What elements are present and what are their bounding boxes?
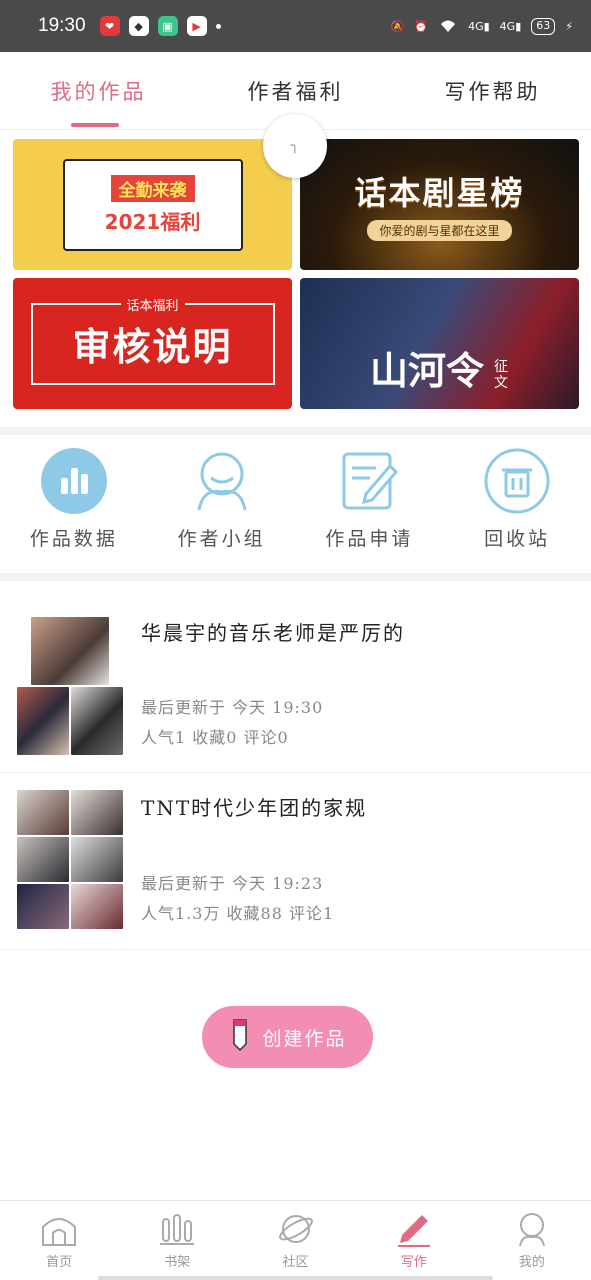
work-cover	[17, 790, 123, 930]
work-cover	[17, 617, 123, 757]
group-icon	[189, 448, 255, 514]
battery-icon: 63	[531, 17, 556, 35]
nav-community[interactable]: 社区	[236, 1201, 354, 1280]
divider	[0, 427, 591, 435]
banner-line1: 全勤来袭	[110, 174, 195, 202]
quick-label: 回收站	[484, 528, 551, 550]
banner-subtitle: 征文	[494, 359, 508, 391]
cover-photo	[71, 790, 123, 835]
nav-label: 写作	[400, 1255, 427, 1270]
banner-shanheling-contest[interactable]: 山河令 征文	[300, 278, 579, 409]
quick-author-group[interactable]: 作者小组	[148, 448, 296, 551]
app-notification-icon: ▣	[157, 16, 178, 36]
cover-photo	[71, 687, 123, 755]
tab-writing-help[interactable]: 写作帮助	[394, 52, 591, 129]
nav-home[interactable]: 首页	[0, 1201, 118, 1280]
app-notification-icon: ◆	[128, 16, 149, 36]
create-label: 创建作品	[262, 1027, 347, 1050]
banner-subtitle: 你爱的剧与星都在这里	[367, 220, 512, 241]
banner-star-ranking[interactable]: 话本剧星榜 你爱的剧与星都在这里	[300, 139, 579, 270]
charging-icon: ⚡	[565, 19, 573, 33]
banner-frame: 话本福利 审核说明	[30, 294, 275, 385]
bookshelf-icon	[160, 1214, 195, 1245]
banner-tag: 话本福利	[120, 294, 185, 314]
banner-title: 山河令	[370, 348, 485, 393]
work-item[interactable]: TNT时代少年团的家规 最后更新于 今天 19:23 人气1.3万 收藏88 评…	[0, 774, 591, 950]
banner-title: 审核说明	[72, 325, 233, 369]
quick-works-data[interactable]: 作品数据	[0, 448, 148, 551]
banner-attendance-welfare[interactable]: 全勤来袭 2021福利	[13, 139, 292, 270]
cover-photo	[71, 884, 123, 929]
quick-recycle-bin[interactable]: 回收站	[443, 448, 591, 551]
quick-label: 作品申请	[325, 528, 414, 550]
wifi-icon	[438, 17, 458, 36]
cover-photo	[17, 790, 69, 835]
profile-icon	[518, 1213, 545, 1247]
work-stats: 人气1 收藏0 评论0	[141, 728, 289, 747]
cover-photo	[71, 837, 123, 882]
quick-actions: 作品数据 作者小组 作品申请 回收站	[0, 448, 591, 551]
alarm-icon: ⏰	[414, 19, 429, 33]
divider	[0, 573, 591, 581]
status-right: 🔕 ⏰ 4G▮ 4G▮ 63 ⚡	[391, 17, 573, 36]
work-stats: 人气1.3万 收藏88 评论1	[141, 904, 335, 923]
cover-photo	[17, 687, 69, 755]
work-updated: 最后更新于 今天 19:23	[141, 874, 324, 893]
nav-label: 书架	[164, 1255, 191, 1270]
work-title: 华晨宇的音乐老师是严厉的	[141, 621, 405, 645]
work-title: TNT时代少年团的家规	[141, 796, 368, 820]
nav-label: 我的	[518, 1255, 545, 1270]
floating-loader-icon[interactable]: ╮	[263, 114, 327, 178]
status-time: 19:30	[38, 15, 86, 36]
pencil-icon	[228, 1018, 252, 1057]
work-updated: 最后更新于 今天 19:30	[141, 698, 324, 717]
pen-icon	[397, 1215, 430, 1247]
status-bar: 19:30 ❤ ◆ ▣ ▶ 🔕 ⏰ 4G▮ 4G▮ 63 ⚡	[0, 0, 591, 52]
nav-profile[interactable]: 我的	[473, 1201, 591, 1280]
quick-label: 作者小组	[177, 528, 266, 550]
planet-icon	[278, 1215, 313, 1243]
cover-photo	[17, 884, 69, 929]
banner-title: 话本剧星榜	[354, 174, 525, 212]
work-item[interactable]: 华晨宇的音乐老师是严厉的 最后更新于 今天 19:30 人气1 收藏0 评论0	[0, 581, 591, 773]
app-notification-icon: ▶	[186, 16, 207, 36]
quick-label: 作品数据	[29, 528, 118, 550]
edit-document-icon	[336, 448, 402, 514]
more-notifications-icon	[215, 23, 221, 29]
banner-line2: 2021福利	[104, 209, 201, 234]
notification-icons: ❤ ◆ ▣ ▶	[99, 16, 221, 36]
tab-my-works[interactable]: 我的作品	[0, 52, 197, 129]
cover-photo	[31, 617, 109, 685]
signal-icon: 4G▮	[499, 19, 522, 33]
signal-icon: 4G▮	[468, 19, 490, 33]
app-notification-icon: ❤	[99, 16, 120, 36]
nav-label: 社区	[282, 1255, 309, 1270]
mute-icon: 🔕	[390, 19, 405, 33]
cover-photo	[17, 837, 69, 882]
banner-review-notes[interactable]: 话本福利 审核说明	[13, 278, 292, 409]
nav-label: 首页	[46, 1255, 73, 1270]
bottom-nav: 首页 书架 社区 写作 我的	[0, 1200, 591, 1280]
bar-chart-icon	[40, 448, 107, 514]
home-icon	[42, 1218, 77, 1246]
banner-grid: 全勤来袭 2021福利 话本剧星榜 你爱的剧与星都在这里 话本福利 审核说明 山…	[13, 139, 579, 409]
banner-card: 全勤来袭 2021福利	[62, 158, 243, 251]
trash-icon	[484, 448, 550, 514]
home-indicator[interactable]	[98, 1276, 493, 1280]
nav-write[interactable]: 写作	[355, 1201, 473, 1280]
create-work-button[interactable]: 创建作品	[202, 1006, 373, 1068]
quick-works-apply[interactable]: 作品申请	[296, 448, 444, 551]
nav-bookshelf[interactable]: 书架	[118, 1201, 236, 1280]
